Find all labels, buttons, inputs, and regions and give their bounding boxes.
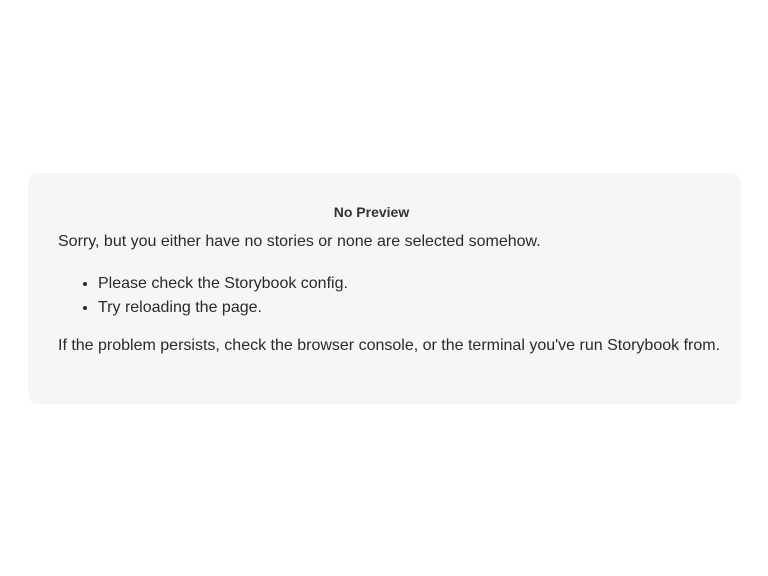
no-preview-panel: No Preview Sorry, but you either have no… — [28, 173, 741, 404]
tip-check-config: Please check the Storybook config. — [98, 272, 348, 296]
troubleshooting-list: Please check the Storybook config. Try r… — [58, 272, 348, 320]
tip-reload-page: Try reloading the page. — [98, 296, 348, 320]
no-preview-title: No Preview — [333, 204, 410, 220]
persistence-hint: If the problem persists, check the brows… — [58, 337, 721, 354]
no-preview-message: Sorry, but you either have no stories or… — [58, 233, 541, 250]
